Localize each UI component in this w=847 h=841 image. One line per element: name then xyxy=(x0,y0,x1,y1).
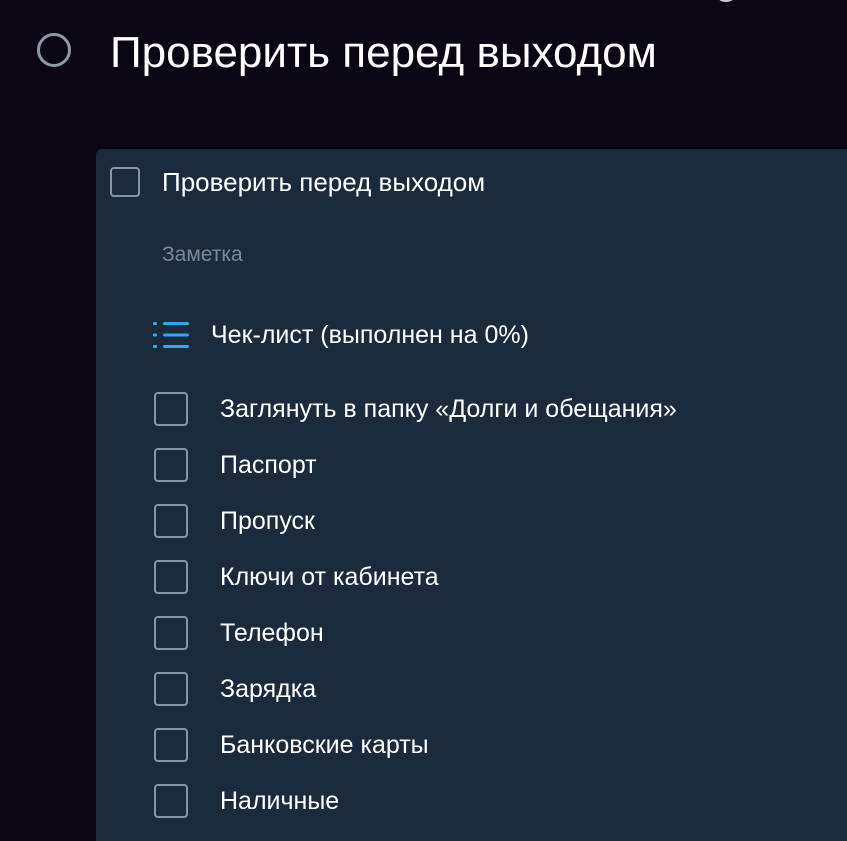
checklist-item[interactable]: Банковские карты xyxy=(154,717,677,773)
checklist-item-checkbox[interactable] xyxy=(154,672,188,706)
checklist-item-label[interactable]: Заглянуть в папку «Долги и обещания» xyxy=(220,395,677,424)
checklist-item-checkbox[interactable] xyxy=(154,448,188,482)
card-header: Проверить перед выходом xyxy=(110,164,485,200)
checklist-item-label[interactable]: Паспорт xyxy=(220,451,317,480)
checklist-item[interactable]: Ключи от кабинета xyxy=(154,549,677,605)
checklist-item-label[interactable]: Банковские карты xyxy=(220,731,429,760)
task-card: Проверить перед выходом Заметка Чек-лист… xyxy=(96,149,847,841)
task-header: Проверить перед выходом xyxy=(0,0,847,110)
checklist-item-checkbox[interactable] xyxy=(154,392,188,426)
checklist-item[interactable]: Заглянуть в папку «Долги и обещания» xyxy=(154,381,677,437)
checklist-item-label[interactable]: Наличные xyxy=(220,787,339,816)
task-title[interactable]: Проверить перед выходом xyxy=(110,27,657,79)
checklist-item-checkbox[interactable] xyxy=(154,560,188,594)
checklist-item-label[interactable]: Зарядка xyxy=(220,675,316,704)
task-complete-circle-icon[interactable] xyxy=(37,33,71,67)
checklist-item[interactable]: Пропуск xyxy=(154,493,677,549)
checklist-item[interactable]: Паспорт xyxy=(154,437,677,493)
card-title-checkbox[interactable] xyxy=(110,167,140,197)
task-detail-view: Проверить перед выходом Проверить перед … xyxy=(0,0,847,841)
checklist-item[interactable]: Зарядка xyxy=(154,661,677,717)
checklist-item-checkbox[interactable] xyxy=(154,784,188,818)
note-field[interactable]: Заметка xyxy=(162,243,243,267)
checklist-item-label[interactable]: Телефон xyxy=(220,619,324,648)
checklist-items: Заглянуть в папку «Долги и обещания» Пас… xyxy=(154,381,677,829)
card-title[interactable]: Проверить перед выходом xyxy=(162,167,485,198)
checklist-item-checkbox[interactable] xyxy=(154,728,188,762)
checklist-item[interactable]: Телефон xyxy=(154,605,677,661)
checklist-header: Чек-лист (выполнен на 0%) xyxy=(153,317,529,353)
checklist-item-checkbox[interactable] xyxy=(154,616,188,650)
checklist-item-checkbox[interactable] xyxy=(154,504,188,538)
checklist-title[interactable]: Чек-лист (выполнен на 0%) xyxy=(211,321,529,350)
checklist-item-label[interactable]: Пропуск xyxy=(220,507,315,536)
checklist-item-label[interactable]: Ключи от кабинета xyxy=(220,563,439,592)
checklist-item[interactable]: Наличные xyxy=(154,773,677,829)
checklist-list-icon xyxy=(153,322,189,348)
